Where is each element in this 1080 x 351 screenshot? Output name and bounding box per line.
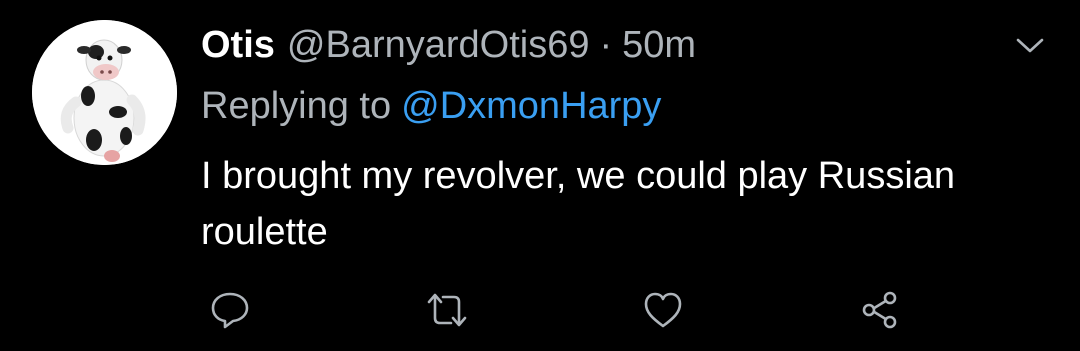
tweet-text: I brought my revolver, we could play Rus…	[201, 155, 956, 253]
reply-button[interactable]	[208, 288, 252, 332]
tweet-menu-button[interactable]	[1008, 24, 1052, 68]
share-icon	[862, 291, 897, 329]
like-button[interactable]	[641, 288, 685, 332]
timestamp[interactable]: 50m	[622, 20, 696, 70]
tweet[interactable]: Otis @BarnyardOtis69 · 50m Replying to @D…	[0, 0, 1080, 351]
replying-to-line: Replying to @DxmonHarpy	[201, 81, 661, 131]
heart-icon	[644, 292, 682, 328]
display-name[interactable]: Otis	[201, 20, 275, 70]
cow-avatar-icon	[32, 20, 177, 165]
share-button[interactable]	[858, 288, 902, 332]
user-handle[interactable]: @BarnyardOtis69	[287, 20, 590, 70]
retweet-icon	[427, 293, 467, 327]
replying-to-label: Replying to	[201, 85, 392, 127]
tweet-actions	[0, 288, 1080, 332]
chevron-down-icon	[1016, 38, 1044, 53]
tweet-header: Otis @BarnyardOtis69 · 50m	[201, 20, 696, 70]
replying-to-mention[interactable]: @DxmonHarpy	[401, 85, 661, 127]
separator-dot: ·	[599, 24, 613, 66]
avatar[interactable]	[32, 20, 177, 165]
retweet-button[interactable]	[425, 288, 469, 332]
reply-icon	[211, 292, 249, 329]
